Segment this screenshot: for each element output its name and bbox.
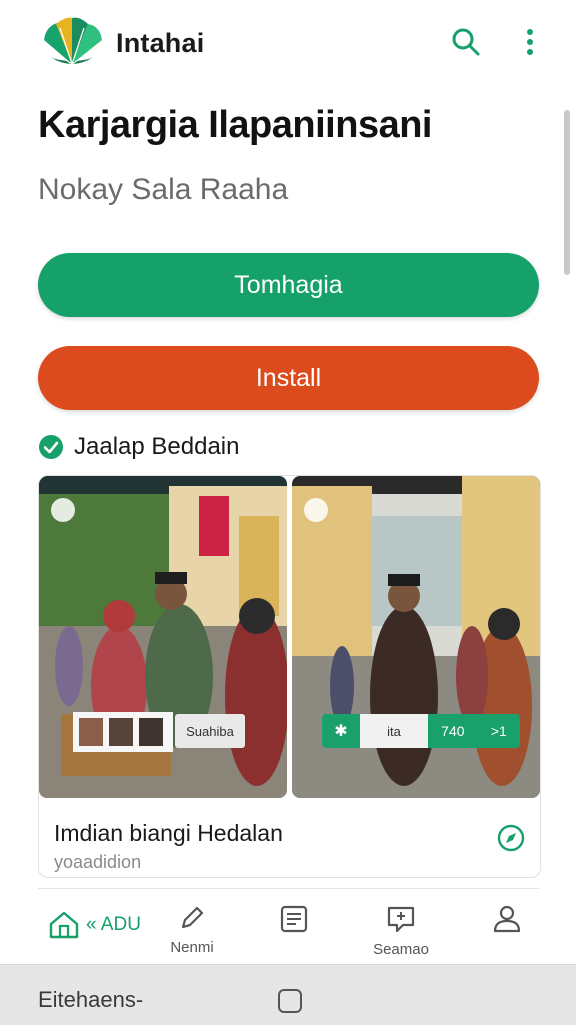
nav-item2-label: Nenmi — [170, 939, 214, 956]
screenshot-left-label: Suahiba — [175, 714, 245, 748]
card-compass-button[interactable] — [496, 823, 526, 853]
page-title: Karjargia Ilapaniinsani — [38, 104, 432, 146]
bottom-nav: « ADU Nenmi Seamao — [0, 895, 576, 963]
chat-icon — [387, 906, 415, 933]
install-button[interactable]: Install — [38, 346, 539, 410]
screenshot-card[interactable]: Suahiba ✱ ita 740 >1 Imdian biangi Hedal… — [38, 475, 541, 878]
more-vert-icon — [527, 29, 533, 55]
card-caption: Imdian biangi Hedalan — [54, 820, 283, 846]
nav-item-messages[interactable]: Seamao — [366, 903, 436, 971]
more-options-button[interactable] — [512, 24, 548, 60]
system-navigation-bar: Eitehaens- — [0, 964, 576, 1025]
search-button[interactable] — [448, 24, 484, 60]
nav-item-profile[interactable] — [490, 903, 524, 971]
pill-value: 740 — [441, 723, 465, 739]
system-home-button[interactable] — [278, 989, 302, 1013]
logo-icon — [38, 14, 106, 70]
compass-icon — [497, 824, 525, 852]
nav-home-label: « ADU — [86, 914, 141, 935]
screenshot-image-left[interactable]: Suahiba — [39, 476, 287, 798]
verified-row: Jaalap Beddain — [38, 432, 239, 462]
primary-action-button[interactable]: Tomhagia — [38, 253, 539, 317]
document-icon — [280, 905, 308, 933]
nav-item-documents[interactable] — [276, 903, 312, 971]
search-icon — [452, 28, 480, 56]
card-subcaption: yoaadidion — [54, 852, 142, 872]
app-bar: Intahai — [0, 0, 576, 86]
nav-item4-label: Seamao — [373, 941, 429, 958]
person-icon — [493, 905, 521, 933]
divider — [38, 888, 539, 889]
pill-arrow: >1 — [490, 723, 507, 739]
scrollbar[interactable] — [564, 110, 570, 275]
home-icon — [49, 911, 79, 939]
pen-icon — [181, 906, 204, 929]
screenshot-image-right[interactable]: ✱ ita 740 >1 — [292, 476, 540, 798]
verified-label: Jaalap Beddain — [74, 433, 240, 460]
system-bar-label: Eitehaens- — [38, 987, 144, 1012]
pill-star-icon: ✱ — [322, 714, 360, 748]
screenshot-right-overlay: ✱ ita 740 >1 — [322, 714, 520, 748]
check-circle-icon — [39, 435, 63, 459]
pill-mid-text: ita — [360, 714, 428, 748]
page-subtitle: Nokay Sala Raaha — [38, 173, 289, 206]
pill-right: 740 >1 — [428, 714, 520, 748]
nav-item-write[interactable]: Nenmi — [164, 903, 220, 971]
app-name: Intahai — [116, 28, 205, 58]
nav-item-home[interactable]: « ADU — [48, 905, 141, 945]
